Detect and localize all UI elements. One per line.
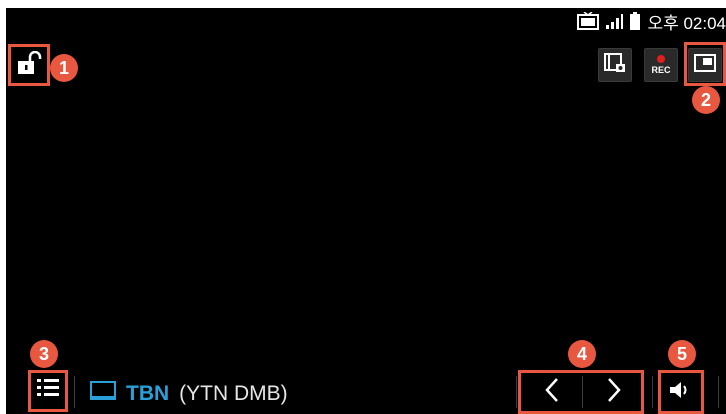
signal-icon: [605, 13, 624, 29]
battery-icon: [629, 12, 641, 30]
callout-2: 2: [692, 86, 720, 114]
record-label: REC: [651, 65, 671, 75]
highlight-2: [684, 42, 726, 86]
highlight-1: [8, 44, 50, 86]
channel-info: TBN (YTN DMB): [90, 380, 288, 408]
screen-capture-button[interactable]: [598, 48, 632, 82]
record-dot-icon: [657, 55, 665, 63]
status-bar: 오후 02:04: [577, 8, 726, 34]
divider: [74, 376, 75, 408]
highlight-4: [518, 370, 644, 414]
screen-capture-icon: [604, 52, 626, 78]
channel-name: TBN: [126, 382, 170, 405]
callout-1: 1: [50, 54, 78, 82]
clock: 오후 02:04: [647, 13, 726, 33]
tv-icon: [90, 381, 116, 407]
divider: [652, 376, 653, 408]
record-button[interactable]: REC: [644, 48, 678, 82]
divider: [516, 376, 517, 408]
callout-5: 5: [668, 340, 696, 368]
highlight-5: [658, 370, 704, 414]
callout-4: 4: [568, 340, 596, 368]
tv-screen[interactable]: 오후 02:04 1 REC 2 3 TBN (YTN DMB) 4 5: [6, 8, 726, 414]
divider: [718, 376, 719, 408]
channel-subtitle: (YTN DMB): [179, 382, 288, 405]
callout-3: 3: [30, 340, 58, 368]
highlight-3: [28, 370, 68, 412]
tv-icon: [577, 12, 600, 30]
